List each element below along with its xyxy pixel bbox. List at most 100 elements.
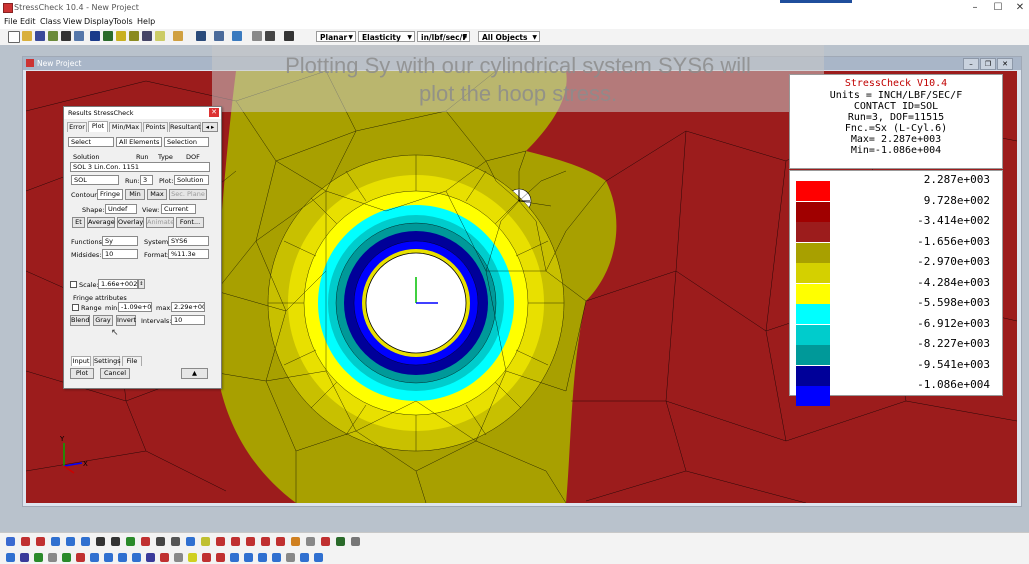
overlay-button[interactable]: Overlay — [117, 217, 144, 228]
system-select[interactable]: SYS6 — [168, 236, 209, 246]
display-tool-icon[interactable] — [314, 553, 323, 562]
view-tool-icon[interactable] — [306, 537, 315, 546]
tab-settings[interactable]: Settings — [93, 356, 121, 366]
display-tool-icon[interactable] — [132, 553, 141, 562]
collapse-button[interactable]: ▲ — [181, 368, 208, 379]
select-elements[interactable]: All Elements — [116, 137, 162, 147]
max-button[interactable]: Max — [147, 189, 167, 200]
results-icon[interactable] — [116, 31, 126, 41]
doc-minimize-icon[interactable]: – — [963, 58, 979, 70]
plot-icon[interactable] — [142, 31, 152, 41]
view-tool-icon[interactable] — [276, 537, 285, 546]
menu-class[interactable]: Class — [40, 17, 61, 26]
animate-button[interactable]: Animate — [146, 217, 174, 228]
display-tool-icon[interactable] — [216, 553, 225, 562]
display-tool-icon[interactable] — [20, 553, 29, 562]
display-tool-icon[interactable] — [174, 553, 183, 562]
display-tool-icon[interactable] — [118, 553, 127, 562]
layers-icon[interactable] — [90, 31, 100, 41]
view-tool-icon[interactable] — [156, 537, 165, 546]
display-tool-icon[interactable] — [258, 553, 267, 562]
menu-tools[interactable]: Tools — [113, 17, 133, 26]
menu-file[interactable]: File — [4, 17, 17, 26]
chart-icon[interactable] — [155, 31, 165, 41]
elasticity-select[interactable]: Elasticity ▼ — [358, 31, 415, 42]
menu-view[interactable]: View — [63, 17, 82, 26]
scale-input[interactable]: 1.66e+002 — [98, 279, 138, 289]
invert-button[interactable]: Invert — [116, 315, 136, 326]
display-tool-icon[interactable] — [286, 553, 295, 562]
solution-table-row[interactable]: SOL 3 Lin.Con. 1151 — [70, 162, 210, 172]
close-icon[interactable]: ✕ — [1010, 2, 1029, 14]
camera-icon[interactable] — [284, 31, 294, 41]
view-tool-icon[interactable] — [321, 537, 330, 546]
tab-scroll-arrows[interactable]: ◂ ▸ — [202, 122, 218, 132]
gray-button[interactable]: Gray — [93, 315, 113, 326]
menu-display[interactable]: Display — [84, 17, 114, 26]
tab-minmax[interactable]: Min/Max — [109, 122, 142, 132]
scale-spinner[interactable]: ⇕ — [138, 279, 145, 289]
print-icon[interactable] — [48, 31, 58, 41]
view-tool-icon[interactable] — [21, 537, 30, 546]
pointer-icon[interactable] — [252, 31, 262, 41]
view-tool-icon[interactable] — [216, 537, 225, 546]
minimize-icon[interactable]: – — [965, 2, 985, 14]
rotate-icon[interactable] — [265, 31, 275, 41]
view-select[interactable]: Current — [161, 204, 196, 214]
fringe-button[interactable]: Fringe — [97, 189, 123, 200]
open-folder-icon[interactable] — [22, 31, 32, 41]
view-tool-icon[interactable] — [336, 537, 345, 546]
display-tool-icon[interactable] — [160, 553, 169, 562]
shape-select[interactable]: Undef — [105, 204, 137, 214]
display-tool-icon[interactable] — [146, 553, 155, 562]
scale-checkbox[interactable] — [70, 281, 77, 288]
display-tool-icon[interactable] — [34, 553, 43, 562]
view-tool-icon[interactable] — [171, 537, 180, 546]
view-tool-icon[interactable] — [231, 537, 240, 546]
tab-plot[interactable]: Plot — [88, 121, 108, 132]
cancel-button[interactable]: Cancel — [100, 368, 130, 379]
view-tool-icon[interactable] — [96, 537, 105, 546]
tab-points[interactable]: Points — [143, 122, 168, 132]
tab-file[interactable]: File — [122, 356, 142, 366]
view-tool-icon[interactable] — [186, 537, 195, 546]
average-button[interactable]: Average — [87, 217, 115, 228]
tab-input[interactable]: Input — [71, 356, 91, 366]
intervals-input[interactable]: 10 — [171, 315, 205, 325]
model-icon[interactable] — [61, 31, 71, 41]
maximize-icon[interactable]: ☐ — [988, 2, 1008, 14]
font-button[interactable]: Font... — [176, 217, 204, 228]
plot-button[interactable]: Plot — [70, 368, 94, 379]
view-icon[interactable] — [196, 31, 206, 41]
range-checkbox[interactable] — [72, 304, 79, 311]
view-tool-icon[interactable] — [6, 537, 15, 546]
display-tool-icon[interactable] — [62, 553, 71, 562]
solution-select[interactable]: SOL — [71, 175, 119, 185]
tab-error[interactable]: Error — [67, 122, 87, 132]
view-tool-icon[interactable] — [141, 537, 150, 546]
objects-select[interactable]: All Objects ▼ — [478, 31, 540, 42]
mesh-icon[interactable] — [74, 31, 84, 41]
menu-help[interactable]: Help — [137, 17, 155, 26]
dialog-close-icon[interactable]: ✕ — [209, 108, 219, 117]
display-tool-icon[interactable] — [6, 553, 15, 562]
save-icon[interactable] — [35, 31, 45, 41]
min-button[interactable]: Min — [125, 189, 145, 200]
view-tool-icon[interactable] — [51, 537, 60, 546]
pan-icon[interactable] — [232, 31, 242, 41]
display-tool-icon[interactable] — [90, 553, 99, 562]
view-tool-icon[interactable] — [351, 537, 360, 546]
menu-edit[interactable]: Edit — [20, 17, 36, 26]
plot-type-select[interactable]: Solution — [174, 175, 209, 185]
select-selection[interactable]: Selection — [164, 137, 209, 147]
sec-plane-button[interactable]: Sec. Plane — [169, 189, 207, 200]
new-file-icon[interactable] — [8, 31, 20, 43]
view-tool-icon[interactable] — [261, 537, 270, 546]
et-button[interactable]: Et — [72, 217, 85, 228]
doc-restore-icon[interactable]: ❐ — [980, 58, 996, 70]
function-select[interactable]: Sy — [102, 236, 138, 246]
view-tool-icon[interactable] — [246, 537, 255, 546]
midsides-input[interactable]: 10 — [102, 249, 138, 259]
help-icon[interactable] — [173, 31, 183, 41]
view-tool-icon[interactable] — [126, 537, 135, 546]
